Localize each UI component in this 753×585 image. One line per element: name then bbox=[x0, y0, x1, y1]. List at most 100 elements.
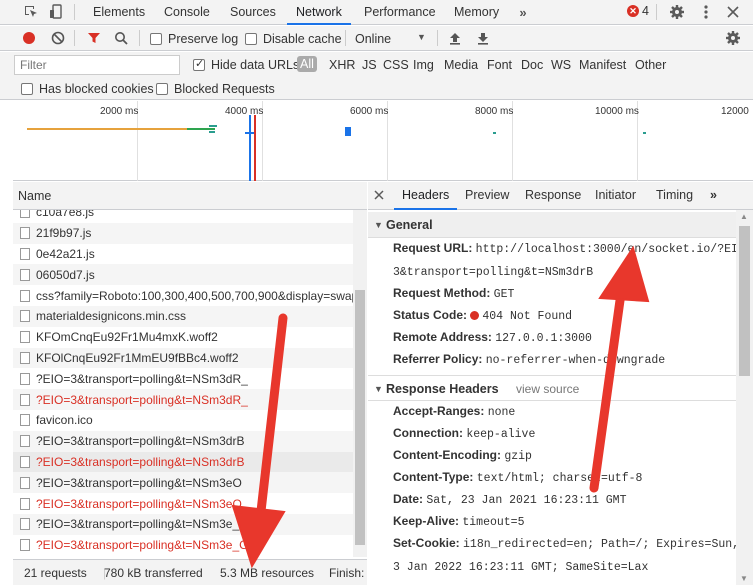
tab-elements[interactable]: Elements bbox=[93, 0, 145, 25]
request-url-row: Request URL: http://localhost:3000/en/so… bbox=[393, 241, 752, 256]
timeline-bar bbox=[345, 127, 351, 136]
filter-type-css[interactable]: CSS bbox=[383, 58, 409, 72]
inspect-element-icon[interactable] bbox=[22, 3, 40, 21]
clear-icon[interactable] bbox=[49, 29, 67, 47]
network-settings-gear-icon[interactable] bbox=[724, 29, 742, 47]
filter-type-manifest[interactable]: Manifest bbox=[579, 58, 626, 72]
tab-headers[interactable]: Headers bbox=[394, 182, 458, 210]
scrollbar-thumb[interactable] bbox=[739, 226, 750, 376]
tab-memory[interactable]: Memory bbox=[454, 0, 499, 25]
disable-cache-checkbox[interactable]: Disable cache bbox=[245, 32, 342, 46]
timeline-bar bbox=[493, 132, 496, 134]
request-row[interactable]: ?EIO=3&transport=polling&t=NSm3e_ bbox=[13, 513, 353, 535]
request-row[interactable]: 21f9b97.js bbox=[13, 222, 353, 244]
request-row[interactable]: favicon.ico bbox=[13, 410, 353, 431]
response-header-value: gzip bbox=[504, 450, 532, 463]
search-icon[interactable] bbox=[112, 29, 130, 47]
has-blocked-cookies-checkbox[interactable]: Has blocked cookies bbox=[21, 82, 154, 96]
tab-timing[interactable]: Timing bbox=[656, 182, 693, 210]
blocked-requests-checkbox[interactable]: Blocked Requests bbox=[156, 82, 275, 96]
scroll-up-icon[interactable]: ▲ bbox=[740, 212, 748, 221]
referrer-policy-value: no-referrer-when-downgrade bbox=[485, 354, 666, 367]
request-row[interactable]: css?family=Roboto:100,300,400,500,700,90… bbox=[13, 285, 353, 306]
more-tabs-icon[interactable]: » bbox=[514, 3, 532, 21]
checkbox-box[interactable] bbox=[21, 83, 33, 95]
request-row[interactable]: ?EIO=3&transport=polling&t=NSm3eO bbox=[13, 472, 353, 494]
filter-type-js[interactable]: JS bbox=[362, 58, 377, 72]
remote-address-value: 127.0.0.1:3000 bbox=[495, 332, 592, 345]
tab-initiator[interactable]: Initiator bbox=[595, 182, 636, 210]
request-row[interactable]: materialdesignicons.min.css bbox=[13, 305, 353, 327]
request-row[interactable]: 06050d7.js bbox=[13, 264, 353, 286]
checkbox-box[interactable] bbox=[156, 83, 168, 95]
request-url-key: Request URL: bbox=[393, 241, 476, 255]
import-har-icon[interactable] bbox=[446, 29, 464, 47]
request-rows: c10a7e8.js 21f9b97.js 0e42a21.js 06050d7.js… bbox=[13, 210, 353, 557]
request-name: 0e42a21.js bbox=[36, 246, 95, 261]
response-header-row: Set-Cookie: i18n_redirected=en; Path=/; … bbox=[393, 536, 739, 551]
tab-network[interactable]: Network bbox=[287, 0, 351, 25]
filter-type-doc[interactable]: Doc bbox=[521, 58, 543, 72]
request-row[interactable]: ?EIO=3&transport=polling&t=NSm3drB bbox=[13, 430, 353, 452]
set-cookie-continued: 3 Jan 2022 16:23:11 GMT; SameSite=Lax bbox=[393, 559, 648, 574]
response-header-row: Content-Encoding: gzip bbox=[393, 448, 532, 463]
tab-performance[interactable]: Performance bbox=[364, 0, 436, 25]
response-header-key: Set-Cookie: bbox=[393, 536, 464, 550]
filter-type-all[interactable]: All bbox=[297, 56, 317, 72]
request-row[interactable]: KFOlCnqEu92Fr1MmEU9fBBc4.woff2 bbox=[13, 347, 353, 369]
general-section-header[interactable]: ▼ General bbox=[368, 212, 736, 238]
name-column-header[interactable]: Name bbox=[13, 182, 367, 210]
filter-input[interactable] bbox=[14, 55, 180, 75]
settings-gear-icon[interactable] bbox=[668, 3, 686, 21]
device-toolbar-icon[interactable] bbox=[47, 3, 65, 21]
filter-type-img[interactable]: Img bbox=[413, 58, 434, 72]
filter-type-media[interactable]: Media bbox=[444, 58, 478, 72]
request-row[interactable]: ?EIO=3&transport=polling&t=NSm3eO bbox=[13, 493, 353, 514]
view-source-link[interactable]: view source bbox=[516, 376, 579, 402]
detail-scrollbar[interactable]: ▲ ▼ bbox=[736, 210, 753, 585]
response-headers-section-header[interactable]: ▼ Response Headers view source bbox=[368, 375, 736, 401]
file-icon bbox=[20, 268, 30, 281]
request-row[interactable]: ?EIO=3&transport=polling&t=NSm3dR_ bbox=[13, 389, 353, 410]
request-row[interactable]: ?EIO=3&transport=polling&t=NSm3drB bbox=[13, 451, 353, 473]
scroll-down-icon[interactable]: ▼ bbox=[740, 574, 748, 583]
blocked-filter-bar: Has blocked cookies Blocked Requests bbox=[0, 78, 753, 100]
request-list-scrollbar[interactable] bbox=[353, 210, 367, 557]
more-tabs-icon[interactable]: » bbox=[710, 182, 717, 210]
request-row[interactable]: ?EIO=3&transport=polling&t=NSm3e_G bbox=[13, 535, 353, 556]
filter-type-ws[interactable]: WS bbox=[551, 58, 571, 72]
close-detail-icon[interactable] bbox=[374, 189, 384, 203]
filter-funnel-icon[interactable] bbox=[85, 29, 103, 47]
timeline-bar bbox=[27, 128, 187, 130]
kebab-menu-icon[interactable] bbox=[697, 3, 715, 21]
tab-console[interactable]: Console bbox=[164, 0, 210, 25]
request-row[interactable]: ?EIO=3&transport=polling&t=NSm3dR_ bbox=[13, 368, 353, 389]
export-har-icon[interactable] bbox=[474, 29, 492, 47]
checkbox-box[interactable] bbox=[150, 33, 162, 45]
filter-type-font[interactable]: Font bbox=[487, 58, 512, 72]
request-row[interactable]: 0e42a21.js bbox=[13, 244, 353, 265]
record-icon[interactable] bbox=[20, 29, 38, 47]
scrollbar-thumb[interactable] bbox=[355, 290, 365, 545]
request-url-value-cont: 3&transport=polling&t=NSm3drB bbox=[393, 266, 594, 279]
close-icon[interactable] bbox=[724, 3, 742, 21]
hide-data-urls-checkbox[interactable]: Hide data URLs bbox=[193, 57, 299, 72]
network-overview-timeline[interactable]: 2000 ms 4000 ms 6000 ms 8000 ms 10000 ms… bbox=[13, 101, 753, 181]
checkbox-box[interactable] bbox=[245, 33, 257, 45]
tab-response[interactable]: Response bbox=[525, 182, 581, 210]
request-row[interactable]: c10a7e8.js bbox=[13, 210, 353, 223]
divider bbox=[74, 30, 75, 46]
tab-preview[interactable]: Preview bbox=[465, 182, 509, 210]
filter-type-xhr[interactable]: XHR bbox=[329, 58, 355, 72]
checkbox-box[interactable] bbox=[193, 57, 205, 71]
filter-type-other[interactable]: Other bbox=[635, 58, 666, 72]
tab-sources[interactable]: Sources bbox=[230, 0, 276, 25]
request-name: ?EIO=3&transport=polling&t=NSm3drB bbox=[36, 454, 245, 469]
preserve-log-checkbox[interactable]: Preserve log bbox=[150, 32, 238, 46]
request-name: favicon.ico bbox=[36, 413, 93, 428]
request-row[interactable]: KFOmCnqEu92Fr1Mu4mxK.woff2 bbox=[13, 327, 353, 348]
error-counter[interactable]: ✕ 4 bbox=[627, 4, 649, 18]
request-name: 06050d7.js bbox=[36, 267, 95, 282]
throttling-select[interactable]: Online ▼ bbox=[355, 32, 426, 46]
timeline-label: 6000 ms bbox=[350, 106, 389, 117]
